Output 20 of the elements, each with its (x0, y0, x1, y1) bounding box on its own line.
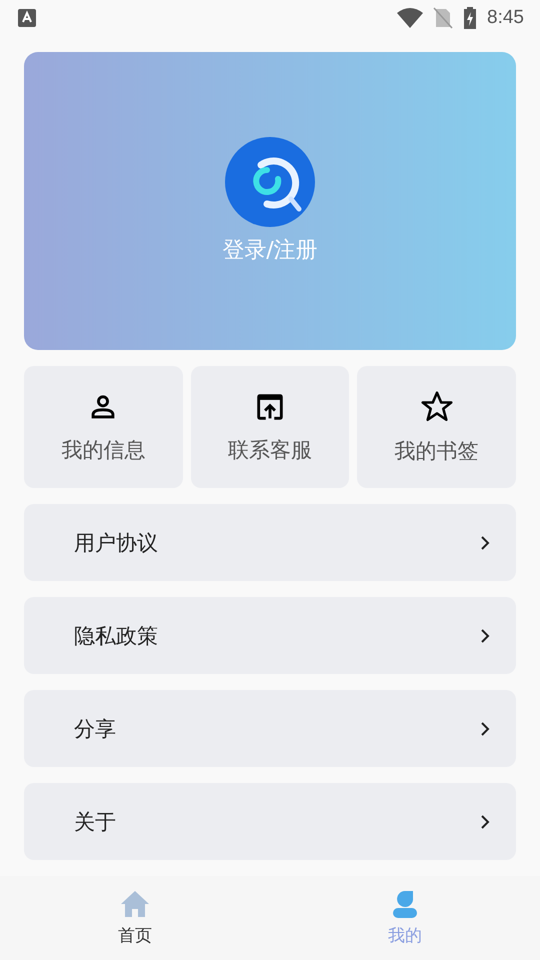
battery-icon (463, 7, 478, 29)
no-sim-icon (433, 7, 454, 29)
shortcut-tile[interactable]: 联系客服 (190, 366, 350, 488)
home-icon (120, 890, 150, 918)
person-icon (392, 890, 418, 918)
shortcut-tile[interactable]: 我的信息 (24, 366, 183, 488)
shortcut-tile[interactable]: 我的书签 (357, 366, 516, 488)
chevron-right-icon (480, 628, 490, 644)
chevron-right-icon (480, 814, 490, 830)
menu-item[interactable]: 关于 (24, 783, 516, 860)
status-time: 8:45 (487, 7, 524, 29)
menu-item[interactable]: 用户协议 (24, 504, 516, 581)
nav-tab[interactable]: 首页 (0, 876, 270, 960)
menu-item[interactable]: 分享 (24, 690, 516, 767)
keyboard-icon (18, 9, 36, 27)
menu-item[interactable]: 隐私政策 (24, 597, 516, 674)
app-logo-icon (225, 137, 315, 227)
chevron-right-icon (480, 534, 490, 550)
wifi-icon (397, 7, 424, 29)
chevron-right-icon (480, 720, 490, 736)
